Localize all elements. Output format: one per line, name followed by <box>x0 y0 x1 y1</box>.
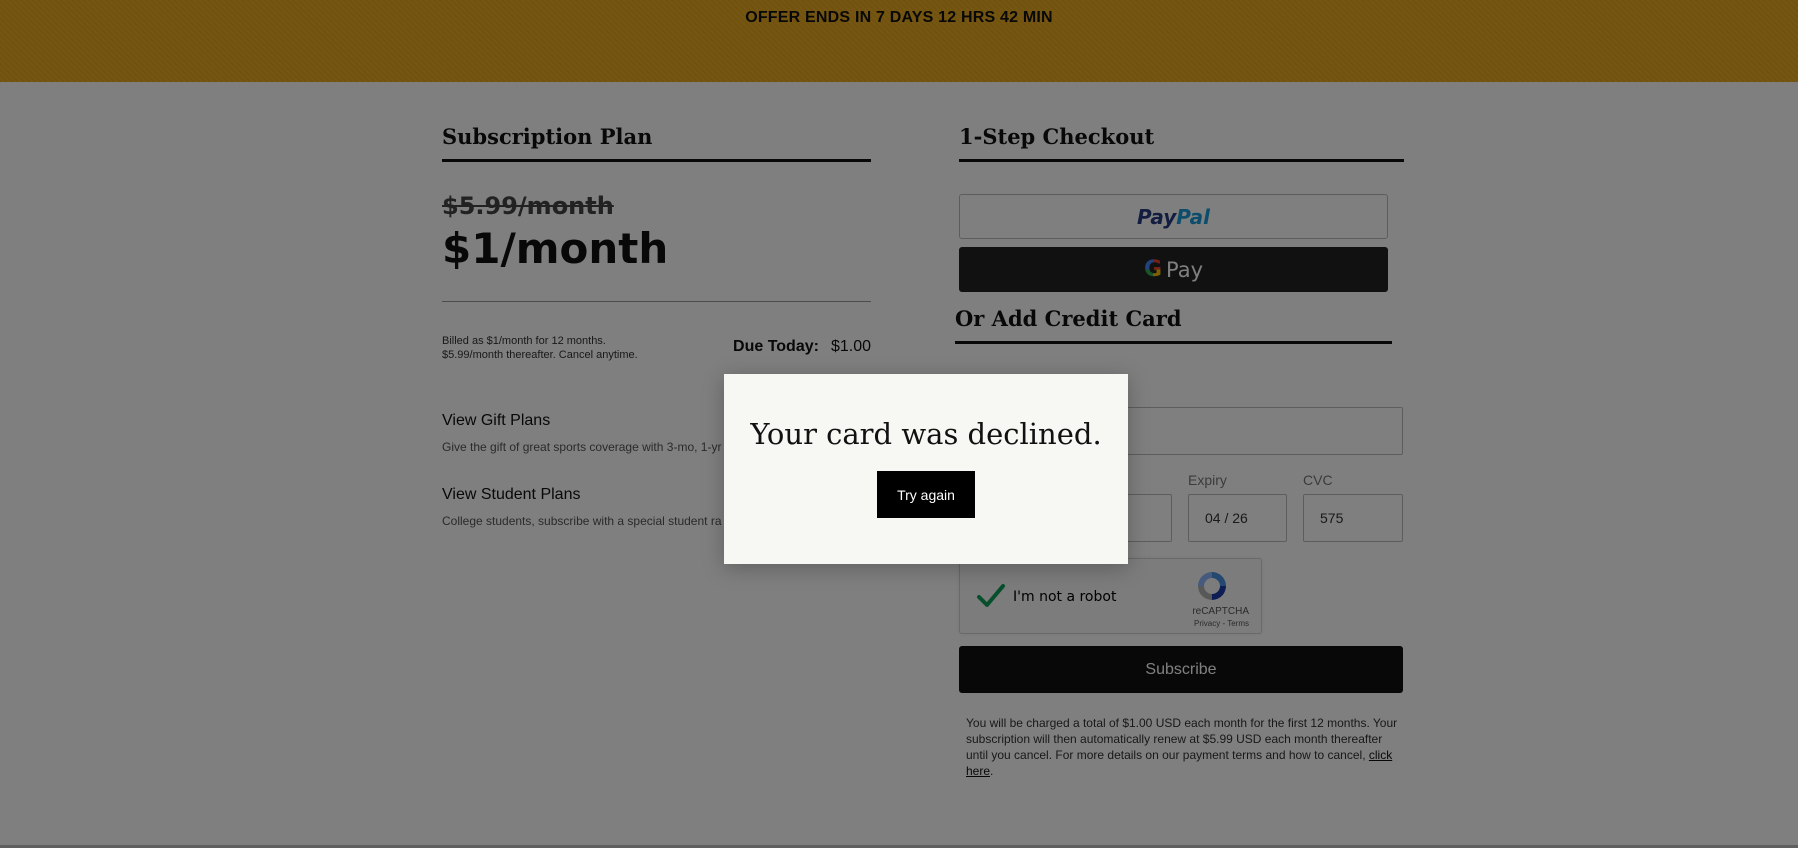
card-declined-modal: Your card was declined. Try again <box>724 374 1128 564</box>
modal-title: Your card was declined. <box>750 417 1102 451</box>
try-again-button[interactable]: Try again <box>877 471 975 518</box>
